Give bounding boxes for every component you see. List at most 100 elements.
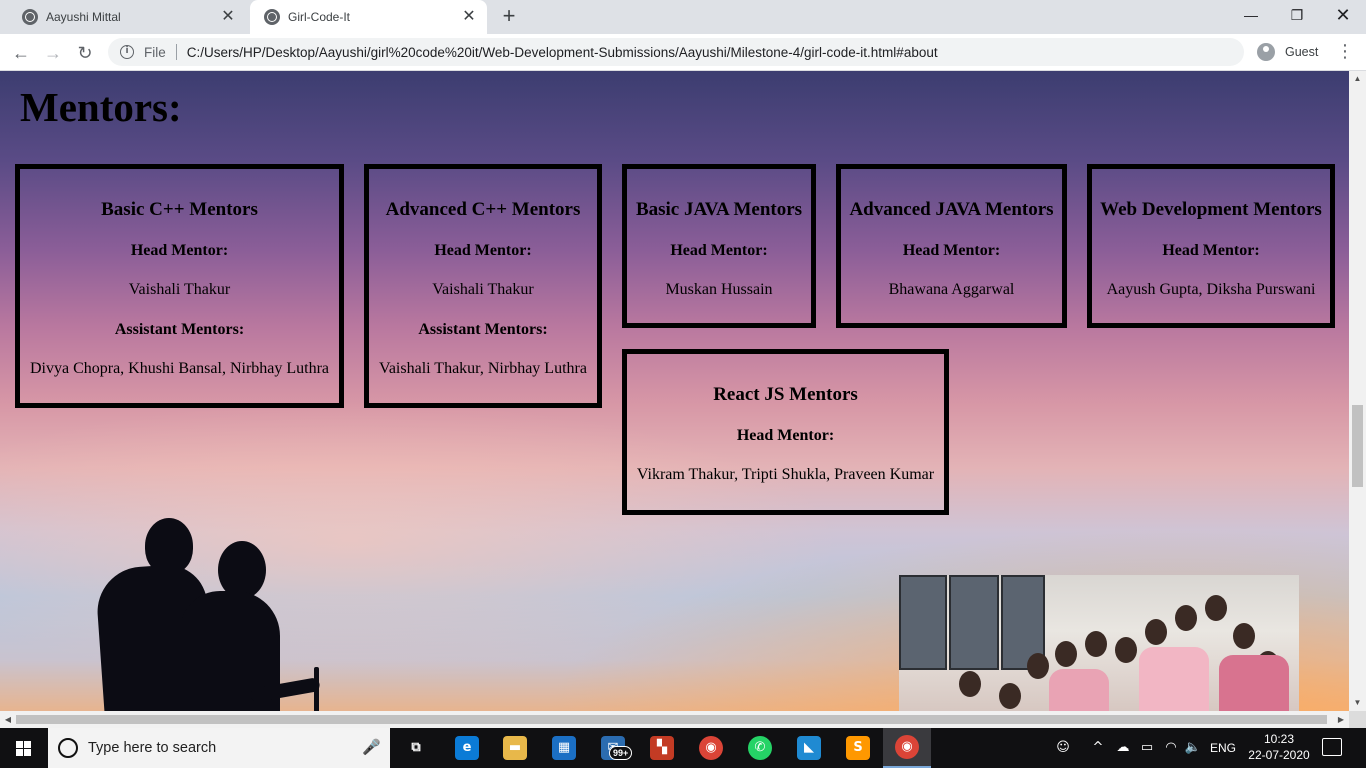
photo-person: [999, 683, 1021, 709]
cortana-icon: [58, 738, 78, 758]
url-text[interactable]: C:/Users/HP/Desktop/Aayushi/girl%20code%…: [187, 45, 938, 60]
horizontal-scrollbar[interactable]: ◀ ▶: [0, 711, 1349, 728]
battery-icon[interactable]: ▭: [1138, 739, 1156, 757]
head-mentor-label: Head Mentor:: [736, 427, 835, 444]
scrollbar-thumb[interactable]: [16, 715, 1327, 724]
vertical-scrollbar[interactable]: ▲ ▼: [1349, 71, 1366, 711]
taskbar-app-vscode[interactable]: ◣: [785, 728, 833, 768]
wifi-icon[interactable]: ◠: [1162, 739, 1180, 757]
page-viewport: Mentors: Basic C++ Mentors Head Mentor: …: [0, 71, 1349, 711]
group-photo: [899, 575, 1299, 711]
taskbar-app-store[interactable]: ▦: [540, 728, 588, 768]
head-mentor-names: Bhawana Aggarwal: [888, 281, 1015, 298]
taskbar-app-sublime[interactable]: S: [834, 728, 882, 768]
scrollbar-corner: [1349, 711, 1366, 728]
page-title: Mentors:: [20, 84, 182, 130]
address-bar[interactable]: i File C:/Users/HP/Desktop/Aayushi/girl%…: [108, 38, 1244, 66]
close-window-button[interactable]: ✕: [1320, 0, 1366, 30]
photo-window: [949, 575, 999, 670]
chevron-up-icon[interactable]: ^: [1090, 739, 1106, 757]
minimize-button[interactable]: —: [1228, 0, 1274, 30]
taskbar-app-office[interactable]: ▚: [638, 728, 686, 768]
mentor-card-advanced-cpp: Advanced C++ Mentors Head Mentor: Vaisha…: [364, 164, 602, 408]
taskbar-app-whatsapp[interactable]: ✆: [736, 728, 784, 768]
head-mentor-label: Head Mentor:: [902, 242, 1001, 259]
clock[interactable]: 10:23 22-07-2020: [1248, 731, 1310, 763]
photo-person: [1219, 655, 1289, 711]
assistant-mentor-names: Vaishali Thakur, Nirbhay Luthra: [379, 360, 587, 377]
photo-person: [1175, 605, 1197, 631]
photo-person: [959, 671, 981, 697]
tab-title: Aayushi Mittal: [46, 10, 121, 24]
card-title: React JS Mentors: [713, 384, 858, 405]
edge-icon: e: [455, 736, 479, 760]
microphone-icon[interactable]: 🎤: [362, 738, 381, 758]
reload-button[interactable]: ↻: [72, 40, 98, 66]
people-icon[interactable]: ☺: [1054, 739, 1072, 757]
photo-person: [1139, 647, 1209, 711]
close-tab-icon[interactable]: ✕: [459, 7, 479, 27]
card-title: Basic JAVA Mentors: [635, 199, 803, 220]
card-title: Web Development Mentors: [1100, 199, 1322, 220]
head-mentor-names: Aayush Gupta, Diksha Purswani: [1106, 281, 1316, 298]
photo-person: [1145, 619, 1167, 645]
head-mentor-label: Head Mentor:: [1162, 242, 1260, 259]
head-mentor-names: Vaishali Thakur: [432, 281, 534, 298]
office-icon: ▚: [650, 736, 674, 760]
scrollbar-thumb[interactable]: [1352, 405, 1363, 487]
search-placeholder: Type here to search: [88, 740, 217, 756]
notifications-icon[interactable]: [1322, 738, 1342, 756]
info-icon[interactable]: i: [120, 45, 134, 59]
card-title: Advanced C++ Mentors: [385, 199, 581, 220]
onedrive-icon[interactable]: ☁: [1114, 739, 1132, 757]
whatsapp-icon: ✆: [748, 736, 772, 760]
head-mentor-label: Head Mentor:: [670, 242, 768, 259]
close-tab-icon[interactable]: ✕: [218, 7, 238, 27]
taskbar-app-chrome-active[interactable]: ◉: [883, 728, 931, 768]
photo-person: [1085, 631, 1107, 657]
scroll-right-icon[interactable]: ▶: [1333, 711, 1349, 728]
profile-button[interactable]: Guest: [1252, 39, 1332, 65]
store-icon: ▦: [552, 736, 576, 760]
head-mentor-names: Muskan Hussain: [665, 281, 773, 298]
taskbar-app-file-explorer[interactable]: ▬: [491, 728, 539, 768]
mentor-card-basic-java: Basic JAVA Mentors Head Mentor: Muskan H…: [622, 164, 816, 328]
mentor-card-react-js: React JS Mentors Head Mentor: Vikram Tha…: [622, 349, 949, 515]
new-tab-button[interactable]: +: [498, 5, 520, 28]
taskbar-app-chrome[interactable]: ◉: [687, 728, 735, 768]
taskbar-app-mail[interactable]: ✉ 99+: [589, 728, 637, 768]
taskbar-app-edge[interactable]: e: [443, 728, 491, 768]
taskbar-search[interactable]: Type here to search 🎤: [48, 728, 390, 768]
forward-button[interactable]: →: [40, 40, 66, 66]
restore-button[interactable]: ❐: [1274, 0, 1320, 30]
scroll-down-icon[interactable]: ▼: [1349, 695, 1366, 711]
mail-badge: 99+: [609, 746, 633, 760]
globe-icon: [264, 9, 280, 25]
clock-date: 22-07-2020: [1248, 748, 1310, 762]
start-button[interactable]: [0, 728, 48, 768]
tab-strip: Aayushi Mittal ✕ Girl-Code-It ✕ + — ❐ ✕: [0, 0, 1366, 34]
assistant-mentor-names: Divya Chopra, Khushi Bansal, Nirbhay Lut…: [29, 360, 330, 377]
silhouette-stick: [314, 667, 319, 711]
scheme-label: File: [144, 44, 166, 60]
more-menu-icon[interactable]: ⋮: [1336, 40, 1354, 66]
tab-aayushi-mittal[interactable]: Aayushi Mittal ✕: [8, 0, 246, 34]
photo-person: [1049, 669, 1109, 711]
head-mentor-label: Head Mentor:: [434, 242, 532, 259]
avatar-icon: [1257, 43, 1275, 61]
card-title: Basic C++ Mentors: [101, 199, 258, 220]
mentor-card-web-development: Web Development Mentors Head Mentor: Aay…: [1087, 164, 1335, 328]
chrome-icon: ◉: [895, 735, 919, 759]
tab-girl-code-it[interactable]: Girl-Code-It ✕: [250, 0, 487, 34]
task-view-button[interactable]: ⧉: [392, 728, 440, 768]
photo-person: [1205, 595, 1227, 621]
scroll-up-icon[interactable]: ▲: [1349, 71, 1366, 87]
volume-icon[interactable]: 🔈: [1184, 739, 1202, 757]
task-view-icon: ⧉: [411, 740, 421, 755]
card-title: Advanced JAVA Mentors: [849, 199, 1054, 220]
scroll-left-icon[interactable]: ◀: [0, 711, 16, 728]
tab-title: Girl-Code-It: [288, 10, 351, 24]
language-indicator[interactable]: ENG: [1210, 739, 1236, 757]
globe-icon: [22, 9, 38, 25]
back-button[interactable]: ←: [8, 40, 34, 66]
